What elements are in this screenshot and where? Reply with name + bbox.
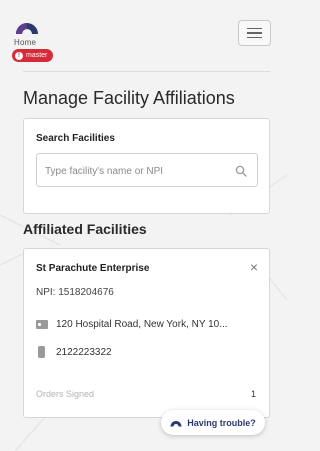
home-link[interactable]: Home (14, 38, 36, 47)
facility-address: 120 Hospital Road, New York, NY 10... (56, 319, 228, 330)
brand-logo-icon (170, 420, 182, 426)
facility-name: St Parachute Enterprise (36, 263, 150, 274)
facility-phone-row: 2122223322 (36, 346, 112, 358)
facility-address-row: 120 Hospital Road, New York, NY 10... (36, 319, 264, 330)
alert-icon: ! (15, 51, 23, 60)
search-facilities-card: Search Facilities (23, 118, 270, 214)
orders-signed-count: 1 (251, 389, 257, 399)
search-input[interactable] (45, 162, 225, 180)
facility-npi: NPI: 1518204676 (36, 287, 114, 298)
orders-signed-label: Orders Signed (36, 389, 95, 399)
environment-badge-label: master (26, 52, 48, 59)
hamburger-icon (247, 27, 262, 30)
app-header: Home ! master (0, 0, 287, 72)
remove-facility-close-icon[interactable]: × (247, 260, 261, 274)
environment-badge: ! master (12, 49, 54, 62)
having-trouble-button[interactable]: Having trouble? (161, 410, 265, 435)
phone-icon (38, 346, 45, 358)
search-icon[interactable] (235, 165, 247, 177)
search-box[interactable] (36, 153, 258, 187)
page-title: Manage Facility Affiliations (23, 88, 235, 108)
header-divider (23, 71, 270, 72)
search-facilities-label: Search Facilities (36, 133, 115, 144)
having-trouble-label: Having trouble? (187, 417, 256, 428)
facility-phone: 2122223322 (56, 346, 112, 358)
address-card-icon (36, 320, 48, 329)
app-logo-icon[interactable] (14, 14, 40, 36)
affiliated-facilities-heading: Affiliated Facilities (23, 221, 147, 237)
menu-button[interactable] (238, 20, 271, 46)
facility-card: St Parachute Enterprise × NPI: 151820467… (23, 248, 270, 418)
